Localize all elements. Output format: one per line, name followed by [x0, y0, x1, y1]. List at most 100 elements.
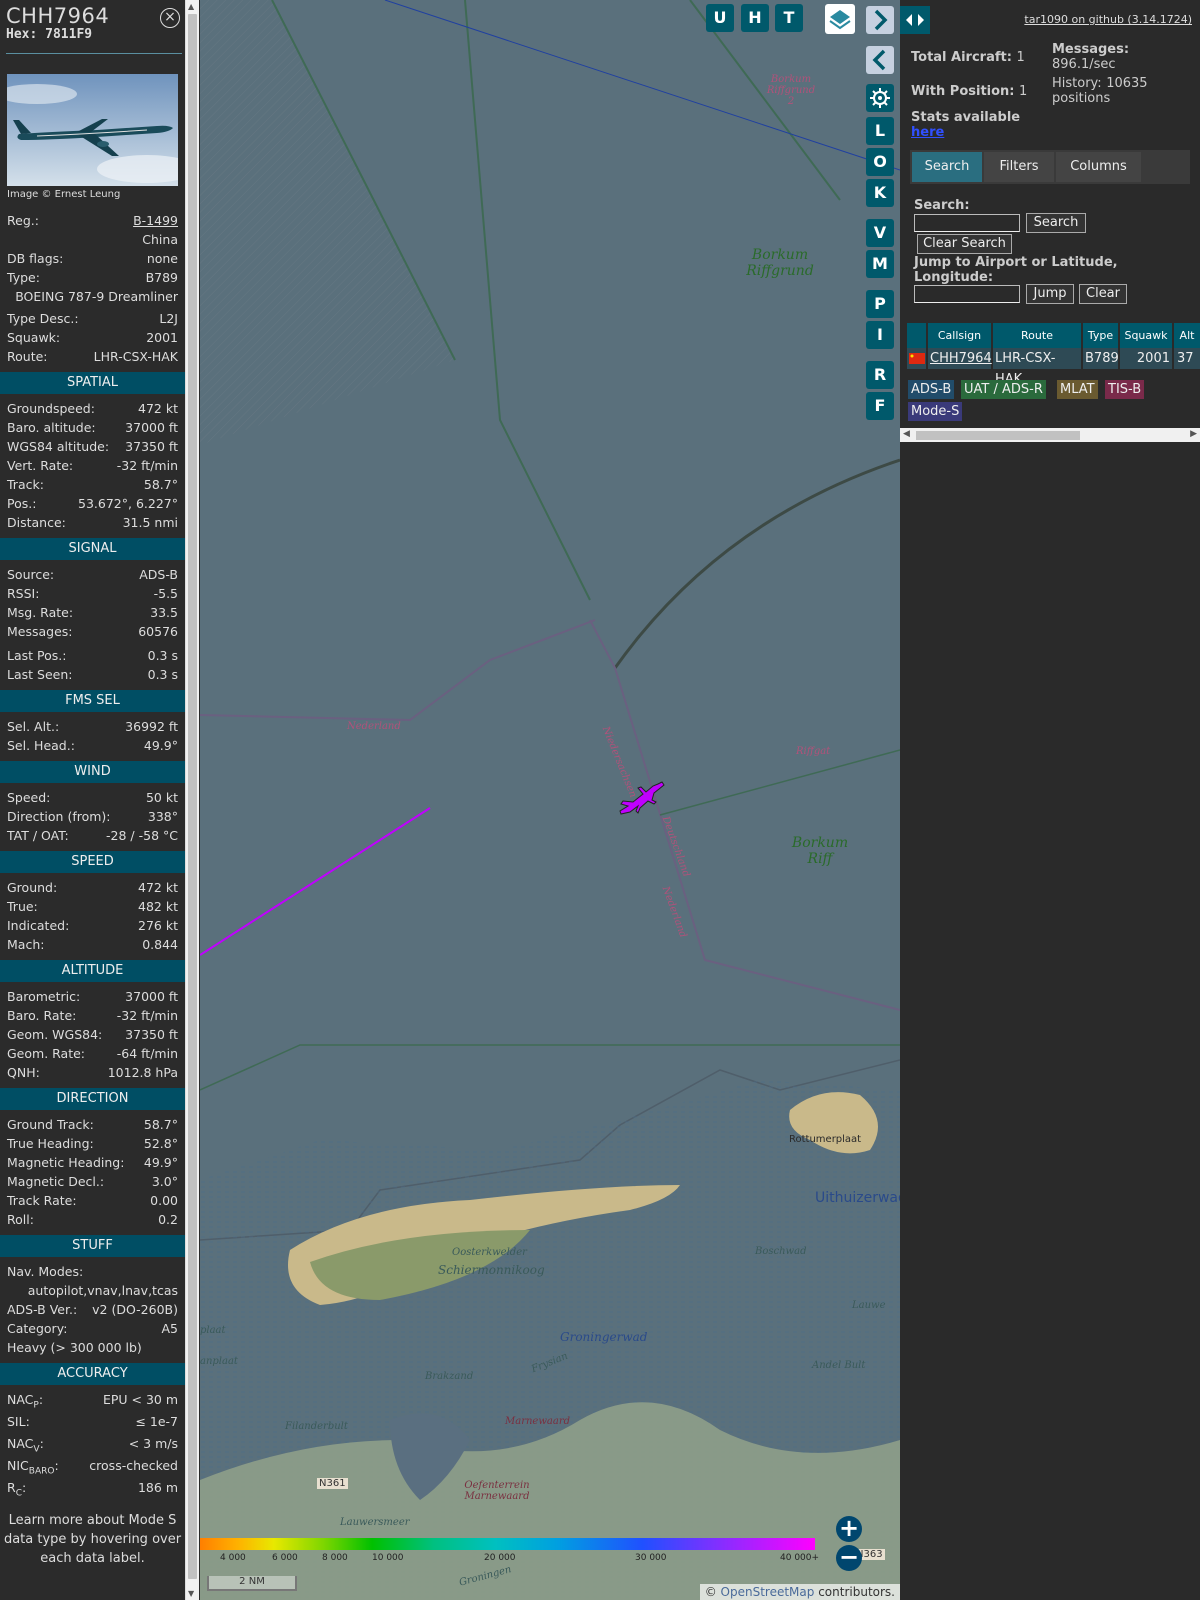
sidebar-scrollbar[interactable]: ▲ ▼ [185, 0, 199, 1600]
stats-here-link[interactable]: here [911, 125, 944, 140]
scroll-up-icon[interactable]: ▲ [188, 2, 194, 11]
zoom-out-button[interactable]: − [836, 1545, 862, 1571]
th-callsign[interactable]: Callsign [928, 323, 991, 348]
clear-button[interactable]: Clear [1079, 284, 1127, 304]
signal-label[interactable]: Last Seen: [7, 667, 72, 682]
map-button-p[interactable]: P [866, 290, 894, 318]
map-view[interactable]: Borkum Riffgrund 2 Borkum Riffgrund Nede… [200, 0, 900, 1600]
map-button-h[interactable]: H [741, 4, 769, 32]
registration-link[interactable]: B-1499 [133, 213, 178, 228]
fms-label[interactable]: Sel. Alt.: [7, 719, 59, 734]
map-button-l[interactable]: L [866, 117, 894, 145]
spatial-label[interactable]: Vert. Rate: [7, 458, 73, 473]
signal-label[interactable]: Messages: [7, 624, 73, 639]
zoom-in-button[interactable]: + [836, 1516, 862, 1542]
speed-label[interactable]: Ground: [7, 880, 57, 895]
th-flag [907, 323, 926, 348]
spatial-label[interactable]: Track: [7, 477, 44, 492]
cell-callsign[interactable]: CHH7964 [928, 348, 992, 369]
map-button-t[interactable]: T [775, 4, 803, 32]
signal-label[interactable]: Source: [7, 567, 54, 582]
alt-tick-4000: 4 000 [220, 1553, 246, 1563]
altitude-label[interactable]: QNH: [7, 1065, 40, 1080]
jump-label: Jump to Airport or Latitude, Longitude: [914, 255, 1118, 285]
fms-row: Sel. Alt.: 36992 ft [0, 718, 185, 737]
map-button-u[interactable]: U [706, 4, 734, 32]
direction-label[interactable]: Roll: [7, 1212, 34, 1227]
direction-label[interactable]: Ground Track: [7, 1117, 94, 1132]
altitude-label[interactable]: Barometric: [7, 989, 80, 1004]
search-input[interactable] [914, 214, 1020, 232]
th-squawk[interactable]: Squawk [1120, 323, 1172, 348]
th-route[interactable]: Route [993, 323, 1081, 348]
map-button-v[interactable]: V [866, 219, 894, 247]
speed-label[interactable]: Mach: [7, 937, 44, 952]
altitude-row: Geom. Rate: -64 ft/min [0, 1045, 185, 1064]
direction-row: True Heading: 52.8° [0, 1135, 185, 1154]
row-dbflags: DB flags: none [0, 250, 185, 269]
cell-alt: 37 [1174, 348, 1200, 369]
aircraft-photo[interactable] [7, 74, 178, 186]
speed-label[interactable]: True: [7, 899, 38, 914]
github-link[interactable]: tar1090 on github (3.14.1724) [1024, 13, 1192, 26]
wind-label[interactable]: TAT / OAT: [7, 828, 69, 843]
spatial-label[interactable]: WGS84 altitude: [7, 439, 109, 454]
th-alt[interactable]: Alt [1174, 323, 1200, 348]
altitude-label[interactable]: Geom. WGS84: [7, 1027, 102, 1042]
signal-label[interactable]: RSSI: [7, 586, 39, 601]
collapse-button[interactable] [866, 46, 894, 74]
close-icon[interactable]: × [160, 8, 180, 28]
signal-label[interactable]: Last Pos.: [7, 648, 66, 663]
direction-value: 49.9° [143, 1155, 178, 1170]
fms-label[interactable]: Sel. Head.: [7, 738, 75, 753]
wind-label[interactable]: Speed: [7, 790, 50, 805]
hscroll-thumb[interactable] [916, 431, 1080, 440]
toggle-sidebar-button[interactable] [900, 6, 930, 34]
legend-tisb: TIS-B [1105, 380, 1145, 399]
layers-button[interactable] [825, 4, 855, 34]
direction-label[interactable]: Magnetic Heading: [7, 1155, 124, 1170]
tab-search[interactable]: Search [912, 152, 982, 182]
search-button[interactable]: Search [1026, 213, 1086, 233]
direction-label[interactable]: True Heading: [7, 1136, 94, 1151]
table-horizontal-scrollbar[interactable]: ◀ ▶ [900, 428, 1200, 442]
nacp-value: EPU < 30 m [102, 1392, 178, 1407]
map-button-i[interactable]: I [866, 321, 894, 349]
direction-label[interactable]: Magnetic Decl.: [7, 1174, 104, 1189]
stat-history: History: 10635 positions [1052, 76, 1148, 106]
altitude-label[interactable]: Geom. Rate: [7, 1046, 85, 1061]
row-type: Type: B789 [0, 269, 185, 288]
section-accuracy: ACCURACY [0, 1363, 185, 1385]
expand-button[interactable] [866, 6, 894, 34]
map-button-f[interactable]: F [866, 392, 894, 420]
spatial-label[interactable]: Groundspeed: [7, 401, 95, 416]
settings-button[interactable] [866, 84, 894, 112]
map-button-m[interactable]: M [866, 250, 894, 278]
map-button-o[interactable]: O [866, 148, 894, 176]
clear-search-button[interactable]: Clear Search [917, 234, 1012, 254]
map-button-k[interactable]: K [866, 179, 894, 207]
spatial-label[interactable]: Pos.: [7, 496, 36, 511]
scrollbar-thumb[interactable] [188, 14, 197, 1579]
signal-label[interactable]: Msg. Rate: [7, 605, 73, 620]
spatial-label[interactable]: Baro. altitude: [7, 420, 96, 435]
speed-label[interactable]: Indicated: [7, 918, 69, 933]
th-type[interactable]: Type [1083, 323, 1118, 348]
wind-value: -28 / -58 °C [106, 828, 178, 843]
tab-filters[interactable]: Filters [984, 152, 1054, 182]
spatial-label[interactable]: Distance: [7, 515, 66, 530]
osm-link[interactable]: OpenStreetMap [721, 1585, 815, 1599]
scroll-right-icon[interactable]: ▶ [1190, 429, 1197, 439]
wind-label[interactable]: Direction (from): [7, 809, 111, 824]
map-button-r[interactable]: R [866, 361, 894, 389]
jump-button[interactable]: Jump [1026, 284, 1074, 304]
altitude-label[interactable]: Baro. Rate: [7, 1008, 76, 1023]
tab-columns[interactable]: Columns [1056, 152, 1141, 182]
legend-adsb: ADS-B [908, 380, 955, 399]
cell-squawk: 2001 [1120, 348, 1172, 369]
scroll-left-icon[interactable]: ◀ [903, 429, 910, 439]
signal-value: 0.3 s [147, 667, 178, 682]
jump-input[interactable] [914, 285, 1020, 303]
scroll-down-icon[interactable]: ▼ [188, 1589, 194, 1598]
direction-label[interactable]: Track Rate: [7, 1193, 77, 1208]
